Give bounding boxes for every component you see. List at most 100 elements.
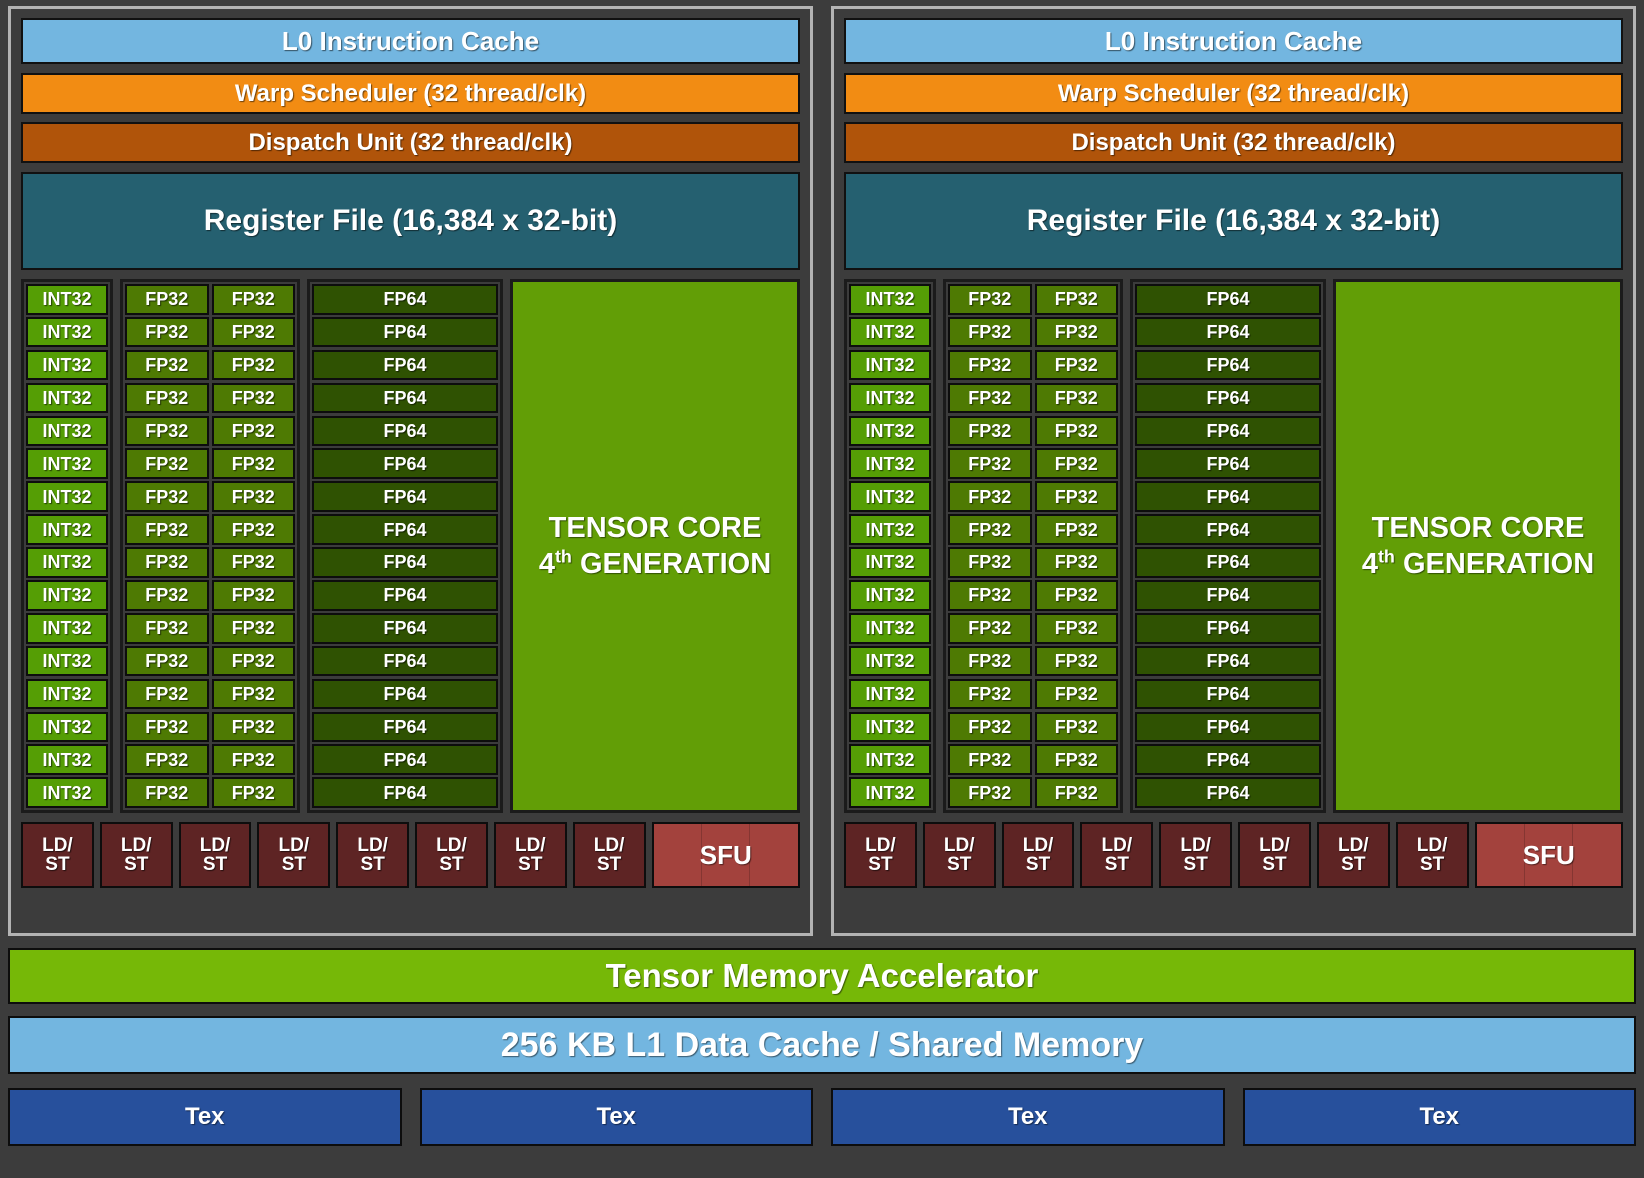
core-row: INT32 — [26, 382, 108, 414]
int32-core: INT32 — [26, 415, 108, 447]
core-row: FP64 — [1135, 580, 1321, 611]
core-row: INT32 — [849, 744, 931, 776]
int32-core: INT32 — [26, 284, 108, 315]
ld-st-label-bottom: ST — [1419, 854, 1445, 875]
core-row: INT32 — [849, 415, 931, 447]
core-row: INT32 — [849, 382, 931, 414]
fp32-core: FP32 — [211, 547, 295, 578]
core-row: FP64 — [312, 645, 498, 677]
int32-core: INT32 — [849, 415, 931, 447]
fp64-core: FP64 — [312, 711, 498, 743]
fp32-column-2: FP32 FP32 FP32 FP32 FP32 FP32 FP32 FP32 FP32 FP32… — [943, 279, 1123, 813]
fp64-core: FP64 — [1135, 382, 1321, 414]
core-row: FP64 — [1135, 448, 1321, 480]
ld-st-label-bottom: ST — [518, 854, 543, 875]
ld-st-label-top: LD/ — [357, 834, 388, 856]
core-row: FP64 — [312, 284, 498, 315]
tensor-core-generation-ordinal: th — [1377, 546, 1395, 567]
tensor-core-2: TENSOR CORE 4th GENERATION — [1333, 279, 1623, 813]
core-row: FP32 FP32 — [948, 349, 1118, 381]
fp32-core: FP32 — [125, 514, 209, 545]
ld-st-label-top: LD/ — [199, 834, 231, 856]
ld-st-label-bottom: ST — [281, 854, 306, 875]
fp64-core: FP64 — [1135, 678, 1321, 710]
int32-core: INT32 — [849, 448, 931, 480]
core-row: FP32 FP32 — [125, 711, 295, 743]
core-row: FP64 — [312, 711, 498, 743]
ld-st-label-bottom: ST — [868, 854, 893, 875]
fp32-core: FP32 — [1034, 415, 1118, 447]
texture-unit: Tex — [419, 1088, 813, 1146]
core-row: INT32 — [26, 580, 108, 611]
core-row: FP64 — [312, 448, 498, 480]
core-row: FP32 FP32 — [948, 547, 1118, 578]
ld-st-label-top: LD/ — [1180, 834, 1211, 856]
fp64-core: FP64 — [1135, 645, 1321, 677]
ld-st-unit: LD/ST — [1238, 822, 1311, 888]
core-row: FP32 FP32 — [948, 448, 1118, 480]
fp64-core: FP64 — [1135, 547, 1321, 578]
ld-st-label-bottom: ST — [947, 854, 972, 875]
ld-st-unit: LD/ST — [1001, 822, 1075, 888]
core-row: FP32 FP32 — [125, 744, 295, 776]
ld-st-label-bottom: ST — [596, 854, 622, 875]
ld-st-unit: LD/ST — [336, 822, 410, 888]
fp32-core: FP32 — [1034, 678, 1118, 710]
core-row: FP32 FP32 — [125, 448, 295, 480]
int32-column-2: INT32 INT32 INT32 INT32 INT32 INT32 INT32 INT32… — [844, 279, 936, 813]
core-row: FP32 FP32 — [125, 284, 295, 315]
sfu-unit: SFU — [1474, 822, 1623, 888]
fp32-core: FP32 — [125, 612, 209, 644]
core-row: FP64 — [1135, 777, 1321, 808]
fp32-core: FP32 — [1034, 481, 1118, 512]
core-row: INT32 — [26, 284, 108, 315]
int32-core: INT32 — [849, 382, 931, 414]
core-row: INT32 — [26, 415, 108, 447]
core-row: FP64 — [1135, 744, 1321, 776]
int32-core: INT32 — [26, 777, 108, 808]
fp32-core: FP32 — [125, 415, 209, 447]
core-row: INT32 — [26, 316, 108, 348]
texture-unit: Tex — [1242, 1088, 1636, 1146]
core-row: FP64 — [312, 547, 498, 578]
int32-core: INT32 — [26, 612, 108, 644]
processing-block-1: L0 Instruction Cache Warp Scheduler (32 … — [8, 6, 813, 936]
fp64-core: FP64 — [312, 415, 498, 447]
fp64-core: FP64 — [312, 382, 498, 414]
fp64-core: FP64 — [1135, 349, 1321, 381]
core-row: INT32 — [849, 645, 931, 677]
core-row: INT32 — [26, 612, 108, 644]
fp64-core: FP64 — [312, 316, 498, 348]
core-row: FP64 — [312, 382, 498, 414]
ld-st-label-top: LD/ — [943, 834, 975, 856]
core-array-1: INT32 INT32 INT32 INT32 INT32 INT32 INT32 INT32… — [21, 279, 800, 813]
fp32-core: FP32 — [1034, 382, 1118, 414]
fp32-core: FP32 — [948, 612, 1032, 644]
fp64-core: FP64 — [1135, 316, 1321, 348]
fp32-core: FP32 — [948, 678, 1032, 710]
int32-core: INT32 — [849, 645, 931, 677]
ld-st-label-top: LD/ — [42, 834, 73, 856]
core-row: FP64 — [312, 415, 498, 447]
ld-st-unit: LD/ST — [844, 822, 917, 888]
core-row: FP64 — [1135, 514, 1321, 545]
ld-st-label-top: LD/ — [1101, 834, 1133, 856]
ld-st-label-bottom: ST — [1183, 854, 1208, 875]
int32-core: INT32 — [849, 580, 931, 611]
fp64-core: FP64 — [1135, 777, 1321, 808]
core-row: FP64 — [312, 777, 498, 808]
ld-st-unit: LD/ST — [493, 822, 567, 888]
fp32-core: FP32 — [211, 777, 295, 808]
ld-st-label-top: LD/ — [1022, 834, 1054, 856]
fp32-core: FP32 — [948, 415, 1032, 447]
core-row: INT32 — [26, 349, 108, 381]
core-row: FP32 FP32 — [948, 481, 1118, 512]
ld-st-unit: LD/ST — [922, 822, 996, 888]
fp32-core: FP32 — [1034, 777, 1118, 808]
fp32-core: FP32 — [1034, 645, 1118, 677]
ld-st-label-bottom: ST — [202, 854, 228, 875]
core-row: FP32 FP32 — [125, 382, 295, 414]
fp32-core: FP32 — [1034, 316, 1118, 348]
core-row: INT32 — [849, 448, 931, 480]
fp32-core: FP32 — [948, 349, 1032, 381]
